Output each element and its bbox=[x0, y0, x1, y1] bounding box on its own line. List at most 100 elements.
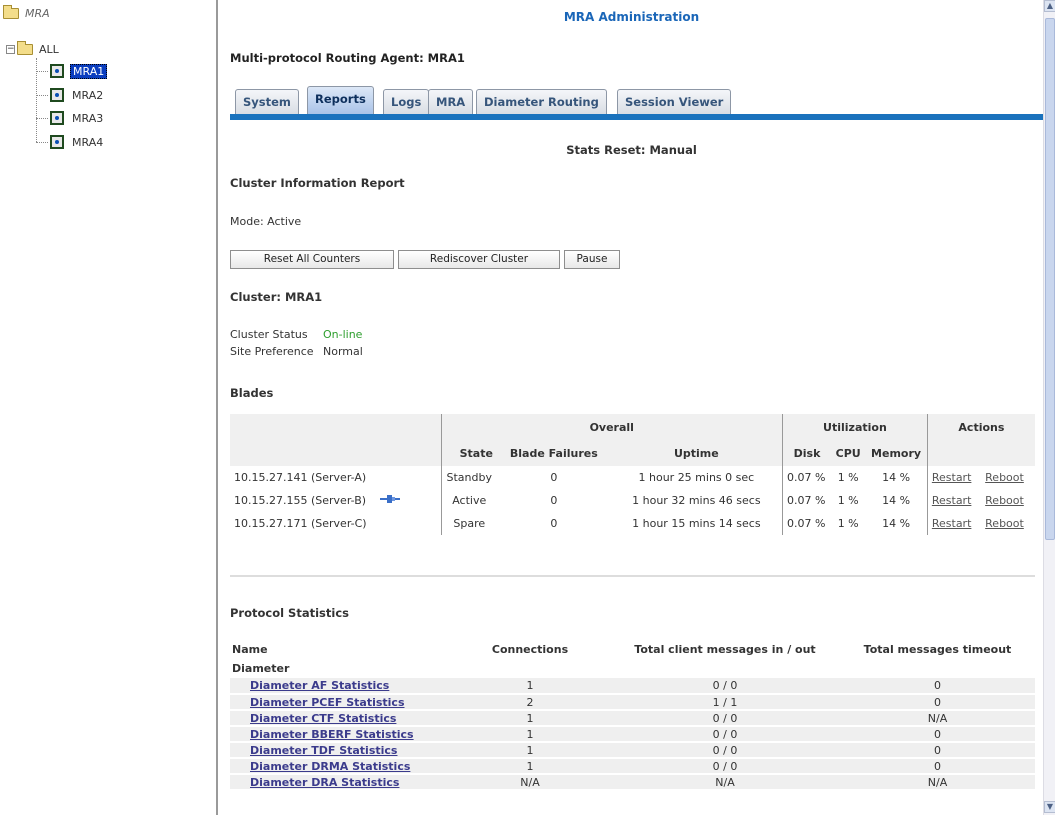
blade-cpu: 1 % bbox=[837, 494, 859, 507]
main-panel: MRA Administration Multi-protocol Routin… bbox=[220, 0, 1043, 815]
tree-item-mra1[interactable]: MRA1 bbox=[50, 62, 108, 80]
header-empty bbox=[926, 441, 982, 466]
tree-root-label: MRA bbox=[25, 6, 50, 20]
folder-icon bbox=[3, 4, 19, 19]
connections-value: N/A bbox=[450, 774, 610, 791]
blade-disk: 0.07 % bbox=[781, 466, 832, 489]
connections-value: 1 bbox=[450, 710, 610, 727]
messages-value: N/A bbox=[610, 774, 840, 791]
tab-diameter-routing[interactable]: Diameter Routing bbox=[476, 89, 607, 114]
diameter-tdf-link[interactable]: Diameter TDF Statistics bbox=[232, 744, 397, 757]
blade-uptime: 1 hour 32 mins 46 secs bbox=[632, 494, 761, 507]
blade-failures: 0 bbox=[550, 517, 558, 530]
stats-reset: Stats Reset: Manual bbox=[566, 143, 697, 157]
table-row: Diameter TDF Statistics 1 0 / 0 0 bbox=[230, 742, 1035, 759]
collapse-icon[interactable]: − bbox=[6, 44, 15, 54]
timeout-value: 0 bbox=[840, 694, 1035, 711]
blades-title: Blades bbox=[230, 386, 274, 400]
blade-state: Active bbox=[440, 489, 497, 512]
header-connections: Connections bbox=[491, 643, 569, 656]
server-name: 10.15.27.171 (Server-C) bbox=[234, 517, 367, 530]
tree-item-mra3[interactable]: MRA3 bbox=[50, 109, 103, 127]
server-node-icon bbox=[50, 135, 64, 149]
tab-underline bbox=[230, 114, 1043, 120]
tree-item-mra2[interactable]: MRA2 bbox=[50, 86, 103, 104]
tree-connector bbox=[36, 71, 48, 72]
timeout-value: 0 bbox=[840, 742, 1035, 759]
header-state: State bbox=[440, 441, 497, 466]
diameter-pcef-link[interactable]: Diameter PCEF Statistics bbox=[232, 696, 405, 709]
header-empty bbox=[230, 441, 442, 466]
scroll-up-icon[interactable]: ▲ bbox=[1044, 0, 1055, 12]
agent-label: Multi-protocol Routing Agent: MRA1 bbox=[230, 51, 465, 65]
protocol-stats-table: Name Connections Total client messages i… bbox=[230, 640, 1035, 791]
header-messages: Total client messages in / out bbox=[634, 643, 816, 656]
mode-text: Mode: Active bbox=[230, 215, 302, 228]
table-row: Diameter PCEF Statistics 2 1 / 1 0 bbox=[230, 694, 1035, 711]
blade-disk: 0.07 % bbox=[781, 489, 832, 512]
diameter-af-link[interactable]: Diameter AF Statistics bbox=[232, 679, 389, 692]
tab-reports[interactable]: Reports bbox=[307, 86, 374, 114]
messages-value: 0 / 0 bbox=[610, 742, 840, 759]
messages-value: 1 / 1 bbox=[610, 694, 840, 711]
site-preference-label: Site Preference bbox=[230, 345, 314, 358]
table-row: 10.15.27.171 (Server-C) Spare 0 1 hour 1… bbox=[230, 512, 1035, 535]
restart-link[interactable]: Restart bbox=[932, 471, 972, 484]
cluster-title: Cluster: MRA1 bbox=[230, 290, 323, 304]
scroll-down-icon[interactable]: ▼ bbox=[1044, 801, 1055, 813]
header-actions: Actions bbox=[926, 414, 1035, 441]
scroll-thumb[interactable] bbox=[1045, 18, 1055, 540]
header-empty bbox=[981, 441, 1035, 466]
blades-table: Overall Utilization Actions State Blade … bbox=[230, 414, 1035, 535]
tree-group-label: ALL bbox=[39, 42, 59, 56]
header-utilization: Utilization bbox=[781, 414, 928, 441]
connections-value: 1 bbox=[450, 726, 610, 743]
header-overall: Overall bbox=[440, 414, 783, 441]
header-uptime: Uptime bbox=[610, 441, 783, 466]
active-plug-icon bbox=[380, 494, 401, 507]
restart-link[interactable]: Restart bbox=[932, 494, 972, 507]
rediscover-cluster-button[interactable]: Rediscover Cluster bbox=[398, 250, 560, 269]
blade-memory: 14 % bbox=[882, 517, 911, 530]
restart-link[interactable]: Restart bbox=[932, 517, 972, 530]
timeout-value: 0 bbox=[840, 678, 1035, 695]
diameter-ctf-link[interactable]: Diameter CTF Statistics bbox=[232, 712, 396, 725]
tree-item-label: MRA1 bbox=[70, 63, 108, 79]
tree-root[interactable]: MRA bbox=[3, 4, 50, 22]
blade-cpu: 1 % bbox=[837, 517, 859, 530]
table-row: 10.15.27.141 (Server-A) Standby 0 1 hour… bbox=[230, 466, 1035, 489]
connections-value: 2 bbox=[450, 694, 610, 711]
server-name: 10.15.27.155 (Server-B) bbox=[234, 493, 367, 507]
tab-logs[interactable]: Logs bbox=[383, 89, 430, 114]
server-node-icon bbox=[50, 64, 64, 78]
table-row: Diameter BBERF Statistics 1 0 / 0 0 bbox=[230, 726, 1035, 743]
tab-mra[interactable]: MRA bbox=[428, 89, 474, 114]
messages-value: 0 / 0 bbox=[610, 726, 840, 743]
tab-session-viewer[interactable]: Session Viewer bbox=[617, 89, 732, 114]
reboot-link[interactable]: Reboot bbox=[985, 517, 1024, 530]
reset-all-counters-button[interactable]: Reset All Counters bbox=[230, 250, 394, 269]
page-title: MRA Administration bbox=[563, 10, 700, 24]
blade-state: Spare bbox=[440, 512, 497, 535]
reboot-link[interactable]: Reboot bbox=[985, 494, 1024, 507]
tree-connector bbox=[36, 118, 48, 119]
connections-value: 1 bbox=[450, 678, 610, 695]
protocol-stats-title: Protocol Statistics bbox=[230, 606, 349, 620]
site-preference-value: Normal bbox=[323, 345, 363, 358]
vertical-scrollbar[interactable]: ▲ ▼ bbox=[1043, 0, 1055, 815]
tab-system[interactable]: System bbox=[235, 89, 299, 114]
diameter-drma-link[interactable]: Diameter DRMA Statistics bbox=[232, 760, 410, 773]
table-row: 10.15.27.155 (Server-B) Active 0 1 hour … bbox=[230, 489, 1035, 512]
header-disk: Disk bbox=[781, 441, 832, 466]
diameter-bberf-link[interactable]: Diameter BBERF Statistics bbox=[232, 728, 414, 741]
tree-item-mra4[interactable]: MRA4 bbox=[50, 133, 103, 151]
messages-value: 0 / 0 bbox=[610, 758, 840, 775]
protocol-group: Diameter bbox=[232, 662, 290, 675]
tree-group[interactable]: − ALL bbox=[6, 40, 59, 58]
reboot-link[interactable]: Reboot bbox=[985, 471, 1024, 484]
timeout-value: N/A bbox=[840, 774, 1035, 791]
pause-button[interactable]: Pause bbox=[564, 250, 620, 269]
diameter-dra-link[interactable]: Diameter DRA Statistics bbox=[232, 776, 399, 789]
header-timeout: Total messages timeout bbox=[863, 643, 1012, 656]
folder-open-icon bbox=[17, 40, 33, 55]
